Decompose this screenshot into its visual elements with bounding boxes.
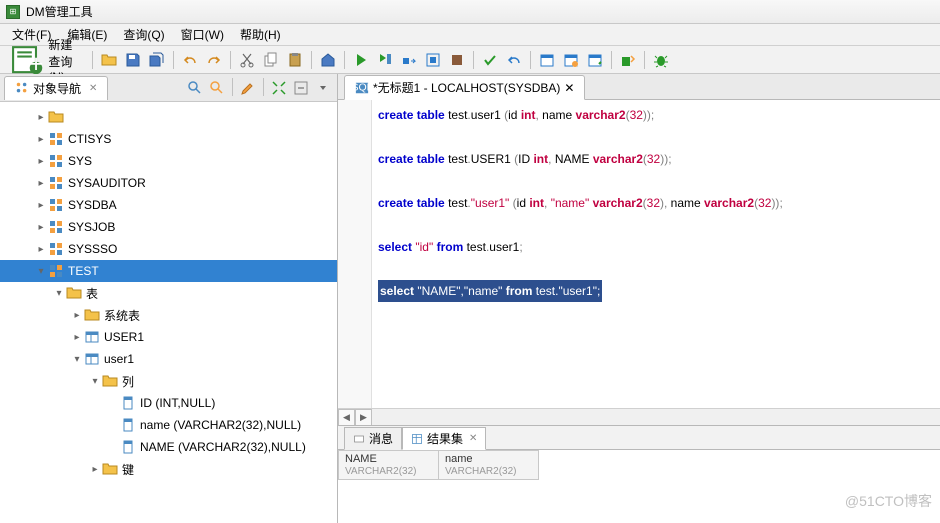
window-title: DM管理工具 bbox=[26, 3, 93, 20]
col-header[interactable]: nameVARCHAR2(32) bbox=[439, 451, 539, 480]
open-icon[interactable] bbox=[98, 49, 120, 71]
menu-bar: 文件(F)编辑(E)查询(Q)窗口(W)帮助(H) bbox=[0, 24, 940, 46]
result-tab[interactable]: 消息 bbox=[344, 427, 402, 450]
h-scroll[interactable]: ◀▶ bbox=[338, 408, 940, 425]
sql-editor[interactable]: create table test.user1 (id int, name va… bbox=[338, 100, 940, 408]
tree-item[interactable]: ID (INT,NULL) bbox=[0, 392, 337, 414]
app-icon: ⊞ bbox=[6, 5, 20, 19]
cut-icon[interactable] bbox=[236, 49, 258, 71]
gutter bbox=[338, 100, 372, 408]
tree-item[interactable]: ▸系统表 bbox=[0, 304, 337, 326]
right-panel: SQL *无标题1 - LOCALHOST(SYSDBA) ✕ create t… bbox=[338, 74, 940, 523]
menu-item[interactable]: 窗口(W) bbox=[173, 24, 232, 45]
expand-icon[interactable] bbox=[269, 78, 289, 98]
tree-item[interactable]: ▾user1 bbox=[0, 348, 337, 370]
object-nav-tab[interactable]: 对象导航 ✕ bbox=[4, 76, 108, 100]
close-tab-icon[interactable]: ✕ bbox=[89, 83, 97, 94]
step-over-icon[interactable] bbox=[398, 49, 420, 71]
tree-item[interactable]: ▾表 bbox=[0, 282, 337, 304]
tree-item[interactable]: ▸ bbox=[0, 106, 337, 128]
editor-tab[interactable]: SQL *无标题1 - LOCALHOST(SYSDBA) ✕ bbox=[344, 75, 585, 100]
run-icon[interactable] bbox=[350, 49, 372, 71]
calendar3-icon[interactable] bbox=[584, 49, 606, 71]
undo-icon[interactable] bbox=[179, 49, 201, 71]
menu-icon[interactable] bbox=[313, 78, 333, 98]
results-panel: 消息 结果集✕ NAMEVARCHAR2(32)nameVARCHAR2(32) bbox=[338, 425, 940, 523]
save-icon[interactable] bbox=[122, 49, 144, 71]
menu-item[interactable]: 查询(Q) bbox=[115, 24, 172, 45]
title-bar: ⊞ DM管理工具 bbox=[0, 0, 940, 24]
result-tab[interactable]: 结果集✕ bbox=[402, 427, 486, 450]
close-editor-icon[interactable]: ✕ bbox=[564, 81, 574, 95]
tree-item[interactable]: ▸SYSAUDITOR bbox=[0, 172, 337, 194]
home-icon[interactable] bbox=[317, 49, 339, 71]
tree-item[interactable]: ▸SYS bbox=[0, 150, 337, 172]
menu-item[interactable]: 帮助(H) bbox=[232, 24, 289, 45]
commit-icon[interactable] bbox=[479, 49, 501, 71]
tree-item[interactable]: name (VARCHAR2(32),NULL) bbox=[0, 414, 337, 436]
export-icon[interactable] bbox=[617, 49, 639, 71]
tree-item[interactable]: ▸CTISYS bbox=[0, 128, 337, 150]
collapse-icon[interactable] bbox=[291, 78, 311, 98]
left-panel: 对象导航 ✕ ▸▸CTISYS▸SYS▸SYSAUDITOR▸SYSDBA▸SY… bbox=[0, 74, 338, 523]
tree-item[interactable]: ▸USER1 bbox=[0, 326, 337, 348]
object-tree[interactable]: ▸▸CTISYS▸SYS▸SYSAUDITOR▸SYSDBA▸SYSJOB▸SY… bbox=[0, 102, 337, 523]
tree-item[interactable]: ▸键 bbox=[0, 458, 337, 480]
run-script-icon[interactable] bbox=[374, 49, 396, 71]
step-into-icon[interactable] bbox=[422, 49, 444, 71]
calendar1-icon[interactable] bbox=[536, 49, 558, 71]
debug-icon[interactable] bbox=[650, 49, 672, 71]
tree-item[interactable]: ▸SYSJOB bbox=[0, 216, 337, 238]
edit-icon[interactable] bbox=[238, 78, 258, 98]
svg-text:+: + bbox=[29, 50, 44, 76]
redo-icon[interactable] bbox=[203, 49, 225, 71]
result-grid[interactable]: NAMEVARCHAR2(32)nameVARCHAR2(32) bbox=[338, 450, 940, 523]
copy-icon[interactable] bbox=[260, 49, 282, 71]
paste-icon[interactable] bbox=[284, 49, 306, 71]
col-header[interactable]: NAMEVARCHAR2(32) bbox=[339, 451, 439, 480]
tree-item[interactable]: ▾TEST bbox=[0, 260, 337, 282]
rollback-icon[interactable] bbox=[503, 49, 525, 71]
find2-icon[interactable] bbox=[207, 78, 227, 98]
save-all-icon[interactable] bbox=[146, 49, 168, 71]
find1-icon[interactable] bbox=[185, 78, 205, 98]
toolbar: + 新建查询(N) bbox=[0, 46, 940, 74]
stop-icon[interactable] bbox=[446, 49, 468, 71]
tree-item[interactable]: ▸SYSSSO bbox=[0, 238, 337, 260]
calendar2-icon[interactable] bbox=[560, 49, 582, 71]
svg-text:SQL: SQL bbox=[355, 81, 369, 93]
tree-item[interactable]: ▾列 bbox=[0, 370, 337, 392]
tree-item[interactable]: ▸SYSDBA bbox=[0, 194, 337, 216]
tree-item[interactable]: NAME (VARCHAR2(32),NULL) bbox=[0, 436, 337, 458]
new-query-button[interactable]: + 新建查询(N) bbox=[4, 49, 87, 71]
